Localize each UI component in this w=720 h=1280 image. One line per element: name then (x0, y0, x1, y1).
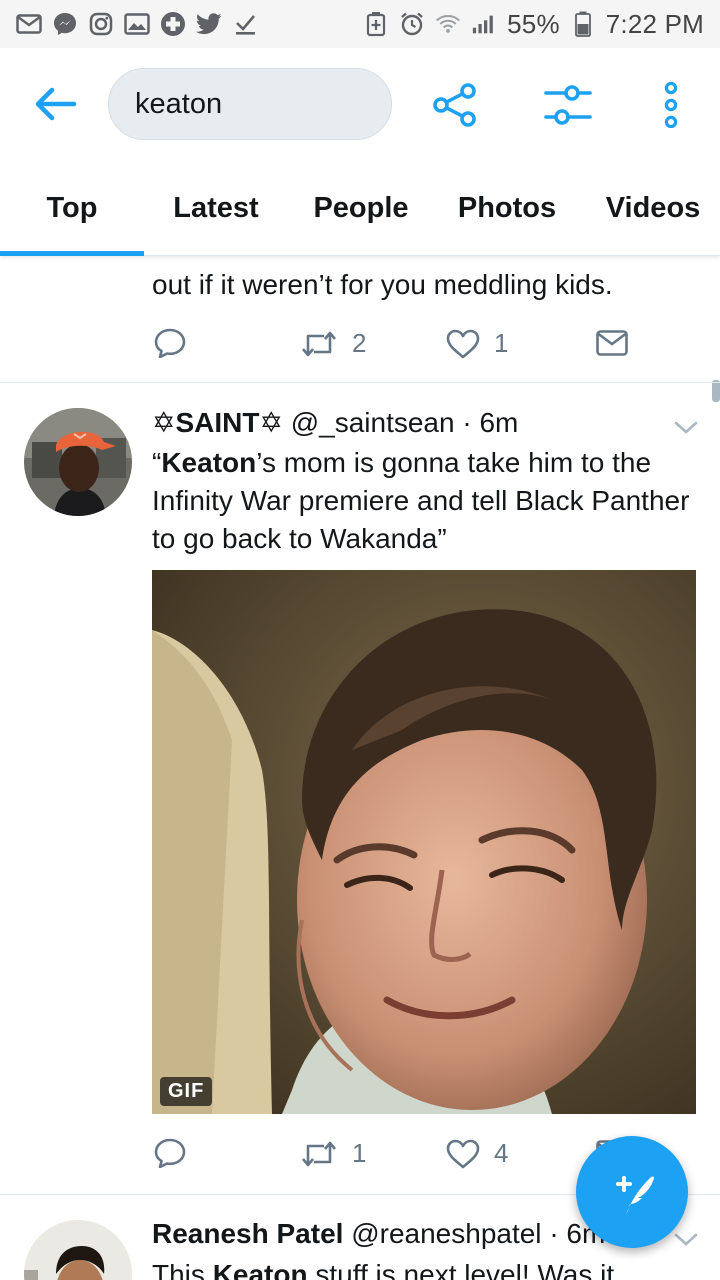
like-button[interactable]: 1 (446, 328, 508, 359)
more-options-button[interactable] (656, 81, 686, 129)
tweet-text-after: stuff is next level! Was it (307, 1259, 615, 1280)
battery-saver-icon (363, 11, 389, 37)
back-button[interactable] (30, 82, 82, 126)
scrollbar[interactable] (712, 380, 720, 402)
tweet-options-caret[interactable] (672, 1230, 700, 1250)
display-name[interactable]: Reanesh Patel (152, 1218, 343, 1249)
tweet-text: This Keaton stuff is next level! Was it (152, 1256, 692, 1280)
tweet-timestamp: · 6m (462, 407, 519, 438)
wifi-icon (435, 11, 461, 37)
tweet-gif-media[interactable]: GIF (152, 570, 696, 1114)
retweet-count: 1 (352, 1138, 367, 1168)
tweet-header: ✡SAINT✡ @_saintsean · 6m (152, 406, 518, 439)
reply-button[interactable] (154, 328, 186, 358)
search-keyword-highlight: Keaton (212, 1259, 308, 1280)
tab-photos[interactable]: Photos (434, 160, 580, 256)
tab-videos[interactable]: Videos (580, 160, 720, 256)
like-button[interactable]: 4 (446, 1138, 508, 1169)
back-arrow-icon (35, 87, 77, 121)
user-handle[interactable]: @reaneshpatel (351, 1218, 541, 1249)
clock: 7:22 PM (605, 8, 704, 39)
like-count: 1 (494, 328, 509, 358)
chevron-down-icon (674, 1233, 698, 1246)
system-icons: 55% 7:22 PM (363, 9, 704, 40)
sliders-icon (544, 85, 592, 125)
notification-icons (16, 11, 258, 37)
display-name[interactable]: ✡SAINT✡ (152, 407, 283, 438)
gif-frame-image (152, 570, 696, 1114)
battery-percent: 55% (507, 8, 560, 39)
tab-top[interactable]: Top (0, 160, 144, 256)
tweet-text-open-quote: “ (152, 447, 162, 478)
tweet-text: out if it weren’t for you meddling kids. (152, 269, 613, 300)
medical-cross-icon (160, 11, 186, 37)
avatar[interactable] (24, 408, 132, 516)
signal-icon (471, 11, 497, 37)
compose-quill-icon (616, 1176, 654, 1214)
status-bar: 55% 7:22 PM (0, 0, 720, 48)
search-filter-button[interactable] (544, 82, 592, 128)
reply-button[interactable] (154, 1138, 186, 1168)
direct-message-button[interactable] (596, 330, 628, 356)
battery-icon (570, 11, 596, 37)
reply-icon (154, 1138, 186, 1168)
heart-icon (446, 1139, 480, 1168)
search-input[interactable] (135, 87, 375, 121)
tweet-divider (0, 382, 720, 383)
compose-tweet-button[interactable] (576, 1136, 688, 1248)
retweet-button[interactable]: 1 (300, 1138, 366, 1169)
retweet-button[interactable]: 2 (300, 328, 366, 359)
search-app-bar (0, 48, 720, 160)
share-button[interactable] (432, 82, 478, 128)
avatar[interactable] (24, 1220, 132, 1280)
gallery-icon (124, 11, 150, 37)
search-box[interactable] (108, 68, 392, 140)
retweet-icon (302, 331, 336, 356)
tweet-text-before: This (152, 1259, 213, 1280)
retweet-icon (302, 1141, 336, 1166)
search-results-feed[interactable]: out if it weren’t for you meddling kids.… (0, 256, 720, 1280)
retweet-count: 2 (352, 328, 367, 358)
tab-people[interactable]: People (288, 160, 434, 256)
tweet-options-caret[interactable] (672, 418, 700, 438)
tab-latest[interactable]: Latest (144, 160, 288, 256)
vertical-dots-icon (664, 81, 678, 129)
download-done-icon (232, 11, 258, 37)
tweet-header: Reanesh Patel @reaneshpatel · 6m (152, 1218, 605, 1250)
messenger-icon (52, 11, 78, 37)
envelope-icon (596, 330, 628, 356)
tweet-text: “Keaton’s mom is gonna take him to the I… (152, 444, 692, 558)
chevron-down-icon (674, 421, 698, 434)
user-handle[interactable]: @_saintsean (291, 407, 455, 438)
search-keyword-highlight: Keaton (161, 447, 257, 478)
alarm-icon (399, 11, 425, 37)
heart-icon (446, 329, 480, 358)
instagram-icon (88, 11, 114, 37)
share-icon (433, 83, 476, 127)
search-tabs: Top Latest People Photos Videos (0, 160, 720, 256)
twitter-bird-icon (196, 11, 222, 37)
reply-icon (154, 328, 186, 358)
like-count: 4 (494, 1138, 509, 1168)
mail-icon (16, 11, 42, 37)
gif-badge: GIF (160, 1077, 213, 1106)
